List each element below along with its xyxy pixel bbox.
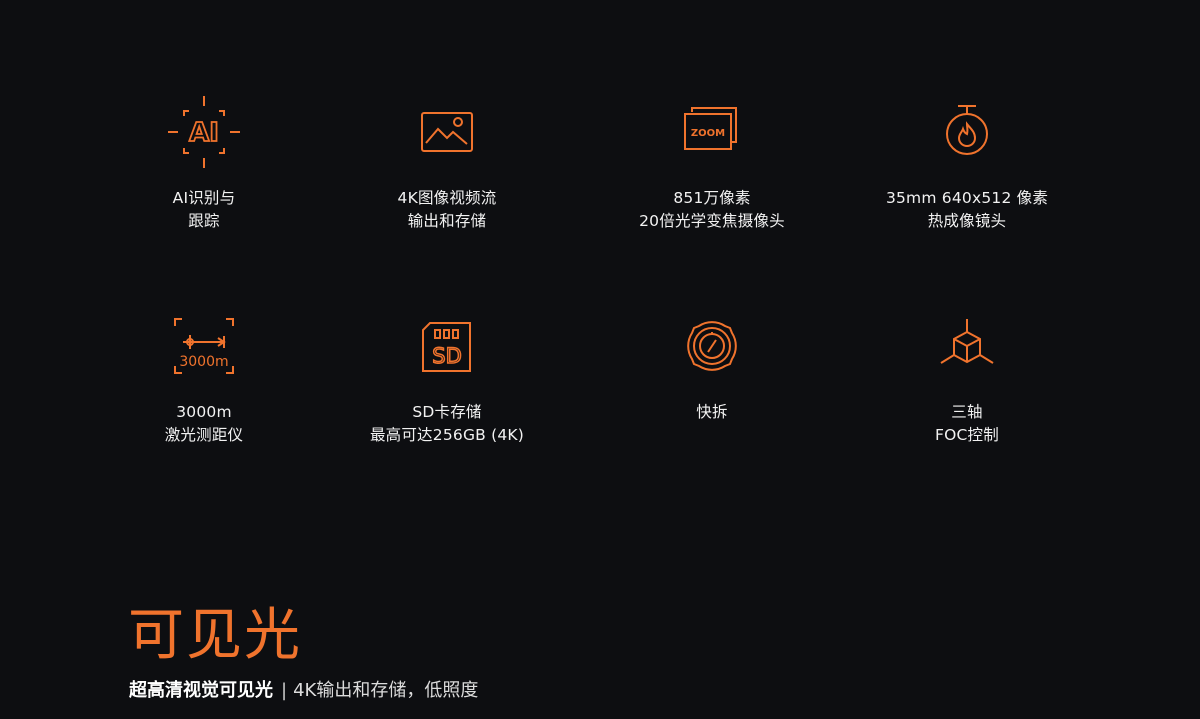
feature-three-axis-gimbal: 三轴 FOC控制: [852, 306, 1082, 447]
feature-label-line: SD卡存储: [412, 403, 482, 421]
feature-label-line: 35mm 640x512 像素: [885, 189, 1049, 207]
ai-icon-text: AI: [189, 118, 219, 148]
feature-label: 三轴 FOC控制: [852, 401, 1082, 447]
section-subtitle-separator: |: [281, 680, 288, 701]
feature-label-line: 快拆: [696, 403, 728, 421]
feature-laser-rangefinder: 3000m 3000m 激光测距仪: [89, 306, 319, 447]
sd-icon-text: SD: [432, 344, 462, 368]
feature-label: 3000m 激光测距仪: [89, 401, 319, 447]
feature-zoom-camera: ZOOM 851万像素 20倍光学变焦摄像头: [597, 92, 827, 233]
ai-recognition-icon: AI: [164, 92, 244, 172]
feature-thermal-camera: 35mm 640x512 像素 热成像镜头: [852, 92, 1082, 233]
feature-label-line: AI识别与: [172, 189, 236, 207]
feature-label-line: 输出和存储: [407, 212, 487, 230]
feature-label: 快拆: [597, 401, 827, 424]
feature-label-line: 三轴: [951, 403, 983, 421]
feature-label: SD卡存储 最高可达256GB (4K): [332, 401, 562, 447]
feature-label-line: 20倍光学变焦摄像头: [639, 212, 785, 230]
section-title: 可见光: [128, 603, 302, 668]
image-video-icon: [407, 92, 487, 172]
feature-label-line: 最高可达256GB (4K): [369, 426, 525, 444]
feature-label: 851万像素 20倍光学变焦摄像头: [597, 187, 827, 233]
feature-ai-tracking: AI AI识别与 跟踪: [89, 92, 319, 233]
feature-label-line: 851万像素: [673, 189, 751, 207]
feature-label: 35mm 640x512 像素 热成像镜头: [852, 187, 1082, 233]
feature-label-line: 热成像镜头: [927, 212, 1007, 230]
section-subtitle-strong: 超高清视觉可见光: [129, 680, 273, 701]
feature-label-line: FOC控制: [935, 426, 999, 444]
feature-label-line: 4K图像视频流: [397, 189, 497, 207]
rangefinder-icon-text: 3000m: [179, 354, 228, 370]
feature-label-line: 跟踪: [188, 212, 220, 230]
quick-release-icon: [672, 306, 752, 386]
section-subtitle: 超高清视觉可见光 | 4K输出和存储，低照度: [129, 678, 478, 704]
sd-card-icon: SD: [407, 306, 487, 386]
laser-rangefinder-icon: 3000m: [164, 306, 244, 386]
feature-sd-card: SD SD卡存储 最高可达256GB (4K): [332, 306, 562, 447]
feature-quick-release: 快拆: [597, 306, 827, 424]
section-subtitle-rest: 4K输出和存储，低照度: [293, 680, 479, 701]
zoom-icon-text: ZOOM: [691, 128, 725, 139]
feature-label: 4K图像视频流 输出和存储: [332, 187, 562, 233]
three-axis-gimbal-icon: [927, 306, 1007, 386]
feature-label-line: 激光测距仪: [164, 426, 244, 444]
zoom-camera-icon: ZOOM: [672, 92, 752, 172]
thermal-camera-icon: [927, 92, 1007, 172]
feature-label: AI识别与 跟踪: [89, 187, 319, 233]
feature-4k-video: 4K图像视频流 输出和存储: [332, 92, 562, 233]
feature-label-line: 3000m: [176, 403, 232, 421]
